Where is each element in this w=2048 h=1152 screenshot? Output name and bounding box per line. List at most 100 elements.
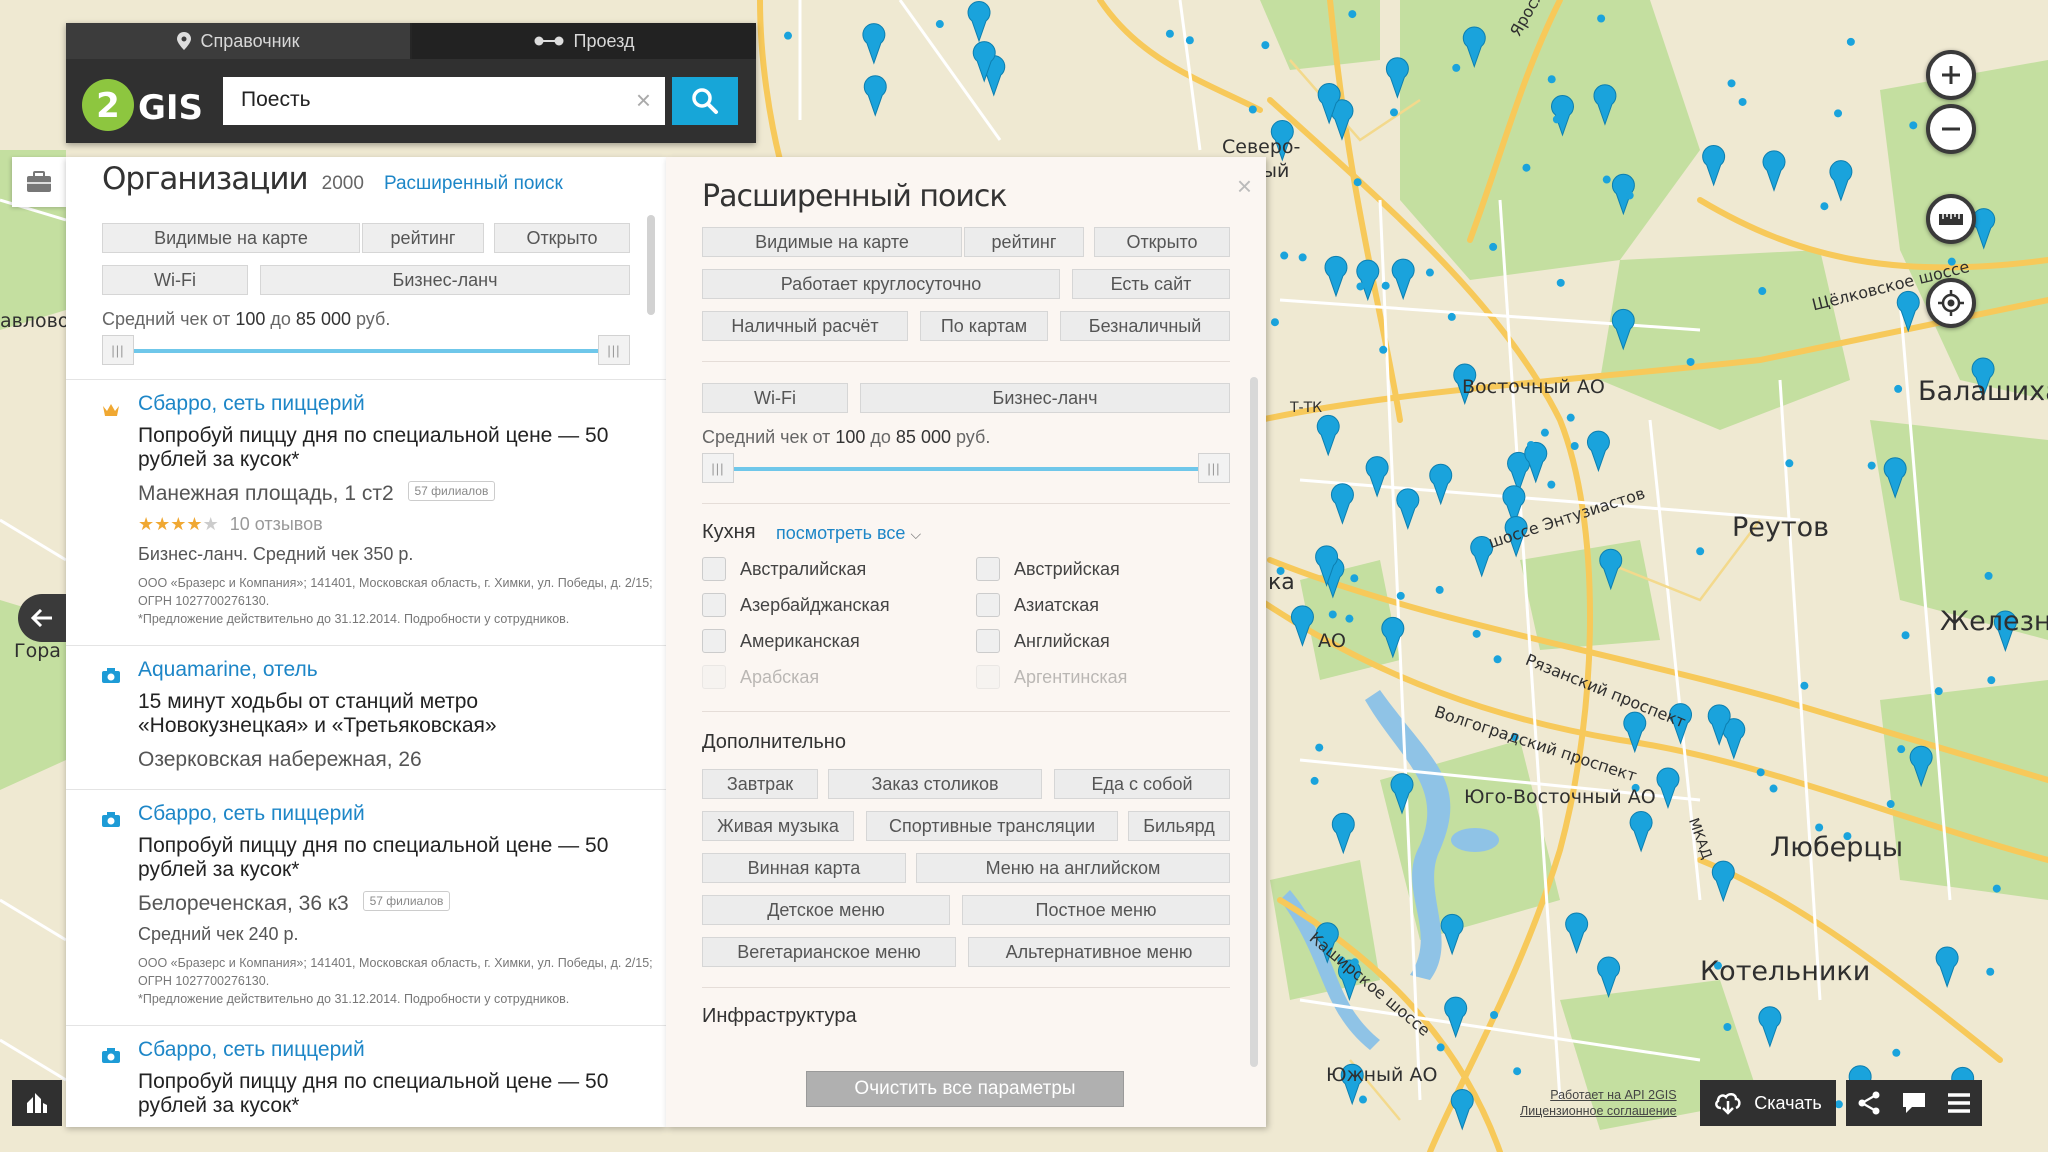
option-wine-list[interactable]: Винная карта (702, 853, 906, 883)
adv-filter-cashless[interactable]: Безналичный (1060, 311, 1230, 341)
map-dot[interactable] (1345, 614, 1354, 623)
option-takeaway[interactable]: Еда с собой (1054, 769, 1230, 799)
map-dot[interactable] (1834, 109, 1843, 118)
cuisine-checkbox[interactable]: Арабская (702, 665, 819, 689)
map-dot[interactable] (1894, 384, 1903, 393)
cuisine-checkbox[interactable]: Английская (976, 629, 1110, 653)
map-dot[interactable] (1815, 823, 1824, 832)
2gis-logo[interactable]: 2 GIS (82, 75, 212, 135)
cuisine-checkbox[interactable]: Аргентинская (976, 665, 1127, 689)
option-sports-broadcasts[interactable]: Спортивные трансляции (866, 811, 1118, 841)
share-icon[interactable] (1857, 1091, 1881, 1115)
menu-icon[interactable] (1947, 1093, 1971, 1113)
map-dot[interactable] (1522, 163, 1531, 172)
option-vegetarian-menu[interactable]: Вегетарианское меню (702, 937, 956, 967)
map-dot[interactable] (1185, 36, 1194, 45)
map-dot[interactable] (1326, 100, 1335, 109)
map-dot[interactable] (1566, 413, 1575, 422)
map-dot[interactable] (1452, 63, 1461, 72)
map-dot[interactable] (1328, 610, 1337, 619)
clear-all-button[interactable]: Очистить все параметры (806, 1071, 1124, 1107)
option-live-music[interactable]: Живая музыка (702, 811, 854, 841)
adv-filter-business-lunch[interactable]: Бизнес-ланч (860, 383, 1230, 413)
map-dot[interactable] (1310, 776, 1319, 785)
map-dot[interactable] (1723, 1023, 1732, 1032)
map-dot[interactable] (1769, 784, 1778, 793)
map-dot[interactable] (1992, 884, 2001, 893)
map-dot[interactable] (1389, 108, 1398, 117)
map-dot[interactable] (1540, 428, 1549, 437)
filter-wifi[interactable]: Wi-Fi (102, 265, 248, 295)
cuisine-checkbox[interactable]: Азербайджанская (702, 593, 890, 617)
map-dot[interactable] (1490, 1011, 1499, 1020)
map-dot[interactable] (1348, 10, 1357, 19)
price-slider-min-handle[interactable]: ||| (702, 453, 734, 483)
map-dot[interactable] (1396, 591, 1405, 600)
map-dot[interactable] (1381, 281, 1390, 290)
api-credit-link[interactable]: Работает на API 2GIS (1520, 1087, 1676, 1103)
checkbox-box[interactable] (702, 593, 726, 617)
map-dot[interactable] (1248, 105, 1257, 114)
map-dot[interactable] (783, 31, 792, 40)
map-dot[interactable] (1315, 743, 1324, 752)
map-dot[interactable] (1353, 178, 1362, 187)
map-dot[interactable] (1358, 1095, 1367, 1104)
map-dot[interactable] (1756, 768, 1765, 777)
map-dot[interactable] (1785, 459, 1794, 468)
map-dot[interactable] (1916, 765, 1925, 774)
map-dot[interactable] (1625, 191, 1634, 200)
locate-me-button[interactable] (1926, 278, 1976, 328)
advanced-scrollbar[interactable] (1250, 377, 1258, 1067)
map-dot[interactable] (1298, 253, 1307, 262)
map-dot[interactable] (1552, 115, 1561, 124)
branches-badge[interactable]: 57 филиалов (362, 891, 451, 912)
price-slider-max-handle[interactable]: ||| (1198, 453, 1230, 483)
option-breakfast[interactable]: Завтрак (702, 769, 818, 799)
map-dot[interactable] (1547, 75, 1556, 84)
map-dot[interactable] (1270, 318, 1279, 327)
see-all-cuisines-link[interactable]: посмотреть все ⌵ (776, 523, 921, 544)
adv-filter-visible-on-map[interactable]: Видимые на карте (702, 227, 962, 257)
ruler-button[interactable] (1926, 194, 1976, 244)
map-layers-button[interactable] (12, 1080, 62, 1126)
reviews-link[interactable]: 10 отзывов (230, 514, 323, 534)
map-dot[interactable] (1846, 37, 1855, 46)
results-scrollbar[interactable] (647, 215, 655, 315)
adv-filter-has-site[interactable]: Есть сайт (1072, 269, 1230, 299)
map-dot[interactable] (1686, 357, 1695, 366)
cuisine-checkbox[interactable]: Американская (702, 629, 860, 653)
checkbox-box[interactable] (702, 665, 726, 689)
map-dot[interactable] (1472, 629, 1481, 638)
map-dot[interactable] (1758, 287, 1767, 296)
close-icon[interactable]: × (1237, 171, 1252, 202)
adv-filter-rating[interactable]: рейтинг (964, 227, 1084, 257)
filter-business-lunch[interactable]: Бизнес-ланч (260, 265, 630, 295)
map-dot[interactable] (978, 9, 987, 18)
option-table-booking[interactable]: Заказ столиков (828, 769, 1042, 799)
checkbox-box[interactable] (702, 557, 726, 581)
map-dot[interactable] (1820, 202, 1829, 211)
map-dot[interactable] (1356, 282, 1365, 291)
tab-directory[interactable]: Справочник (66, 23, 412, 59)
map-dot[interactable] (1984, 571, 1993, 580)
map-dot[interactable] (1897, 745, 1906, 754)
organizations-tab[interactable] (12, 157, 66, 207)
map-dot[interactable] (1834, 1100, 1843, 1109)
adv-filter-around-clock[interactable]: Работает круглосуточно (702, 269, 1060, 299)
map-dot[interactable] (1987, 676, 1996, 685)
result-item[interactable]: Сбарро, сеть пиццерий Попробуй пиццу дня… (66, 1025, 666, 1127)
map-dot[interactable] (1489, 242, 1498, 251)
filter-rating[interactable]: рейтинг (362, 223, 484, 253)
adv-filter-open[interactable]: Открыто (1094, 227, 1230, 257)
result-name[interactable]: Сбарро, сеть пиццерий (138, 1038, 365, 1062)
tab-directions[interactable]: Проезд (412, 23, 756, 59)
adv-filter-wifi[interactable]: Wi-Fi (702, 383, 848, 413)
map-dot[interactable] (1526, 440, 1535, 449)
option-lenten-menu[interactable]: Постное меню (962, 895, 1230, 925)
map-dot[interactable] (1867, 461, 1876, 470)
map-dot[interactable] (1738, 97, 1747, 106)
zoom-out-button[interactable] (1926, 104, 1976, 154)
map-dot[interactable] (1892, 1048, 1901, 1057)
map-dot[interactable] (1570, 442, 1579, 451)
cuisine-checkbox[interactable]: Азиатская (976, 593, 1099, 617)
